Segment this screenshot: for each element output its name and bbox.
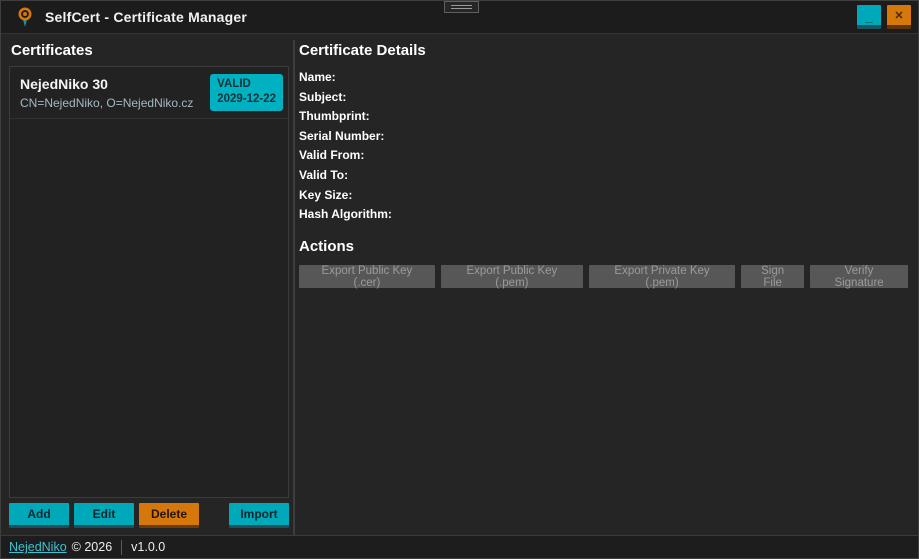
export-private-key-pem-button[interactable]: Export Private Key (.pem) — [588, 264, 736, 289]
field-name-label: Name: — [299, 70, 336, 84]
details-heading: Certificate Details — [299, 42, 426, 59]
minimize-button[interactable]: _ — [857, 5, 881, 29]
field-valid-from: Valid From: — [299, 146, 908, 166]
field-hash-algorithm-label: Hash Algorithm: — [299, 207, 392, 222]
title-bar[interactable]: SelfCert - Certificate Manager _ ✕ — [1, 1, 918, 34]
footer-divider — [121, 539, 123, 555]
field-subject: Subject: — [299, 88, 908, 108]
field-key-size-label: Key Size: — [299, 187, 353, 202]
certificate-item-text: NejedNiko 30 CN=NejedNiko, O=NejedNiko.c… — [20, 76, 193, 110]
certificate-name: NejedNiko 30 — [20, 75, 108, 92]
field-valid-to: Valid To: — [299, 166, 908, 186]
certificate-details-panel: Certificate Details Name: Subject: Thumb… — [295, 34, 918, 535]
field-serial-number: Serial Number: — [299, 127, 908, 147]
status-bar: NejedNiko © 2026 v1.0.0 — [1, 535, 918, 558]
field-valid-to-label: Valid To: — [299, 167, 349, 182]
certificate-subject: CN=NejedNiko, O=NejedNiko.cz — [20, 95, 194, 110]
sign-file-button[interactable]: Sign File — [741, 264, 805, 289]
field-thumbprint: Thumbprint: — [299, 107, 908, 127]
field-name: Name: — [299, 68, 908, 88]
field-valid-from-label: Valid From: — [299, 148, 365, 163]
certificates-heading: Certificates — [11, 42, 93, 59]
actions-heading: Actions — [299, 237, 355, 255]
author-link[interactable]: NejedNiko — [9, 540, 67, 554]
edit-button[interactable]: Edit — [74, 503, 134, 528]
window-controls: _ ✕ — [857, 5, 911, 29]
snap-layout-widget[interactable] — [444, 1, 479, 13]
actions-toolbar: Export Public Key (.cer) Export Public K… — [299, 264, 908, 289]
certificate-list-item[interactable]: NejedNiko 30 CN=NejedNiko, O=NejedNiko.c… — [10, 67, 288, 119]
certificate-ribbon-icon — [17, 7, 33, 28]
copyright-text: © 2026 — [71, 540, 113, 554]
field-subject-label: Subject: — [299, 89, 347, 104]
window-title: SelfCert - Certificate Manager — [45, 9, 248, 25]
import-button[interactable]: Import — [229, 503, 289, 528]
validity-badge: VALID 2029-12-22 — [210, 74, 283, 111]
field-key-size: Key Size: — [299, 186, 908, 206]
validity-status: VALID — [217, 78, 251, 90]
close-icon: ✕ — [894, 9, 904, 22]
certificates-panel: Certificates NejedNiko 30 CN=NejedNiko, … — [1, 34, 293, 535]
add-button[interactable]: Add — [9, 503, 69, 528]
version-text: v1.0.0 — [131, 540, 166, 554]
main-content: Certificates NejedNiko 30 CN=NejedNiko, … — [1, 34, 918, 535]
app-window: SelfCert - Certificate Manager _ ✕ Certi… — [0, 0, 919, 559]
export-public-key-pem-button[interactable]: Export Public Key (.pem) — [440, 264, 583, 289]
export-public-key-cer-button[interactable]: Export Public Key (.cer) — [299, 264, 435, 289]
verify-signature-button[interactable]: Verify Signature — [810, 264, 908, 289]
delete-button[interactable]: Delete — [139, 503, 199, 528]
field-thumbprint-label: Thumbprint: — [299, 109, 370, 124]
validity-expiry-date: 2029-12-22 — [217, 93, 276, 105]
close-button[interactable]: ✕ — [887, 5, 911, 29]
field-serial-number-label: Serial Number: — [299, 128, 385, 143]
field-hash-algorithm: Hash Algorithm: — [299, 205, 908, 225]
minimize-icon: _ — [865, 8, 873, 24]
certificate-list[interactable]: NejedNiko 30 CN=NejedNiko, O=NejedNiko.c… — [9, 66, 289, 498]
certificate-actions-bar: Add Edit Delete Import — [9, 503, 289, 528]
